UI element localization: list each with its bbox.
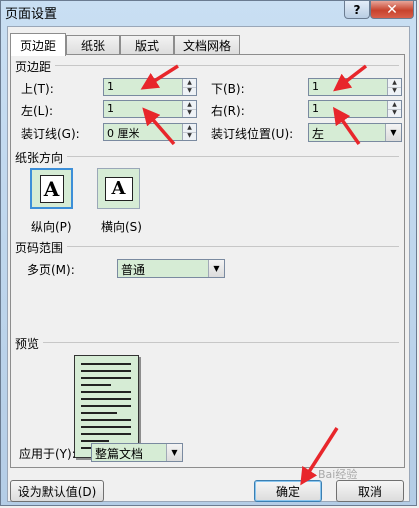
right-margin-value: 1 [312, 102, 319, 115]
spin-down-icon[interactable]: ▼ [388, 109, 401, 117]
landscape-label[interactable]: 横向(S) [101, 218, 142, 235]
top-margin-spinner[interactable]: ▲ ▼ [182, 79, 196, 95]
gutter-spinner[interactable]: ▲ ▼ [182, 124, 196, 140]
landscape-page-icon: A [104, 176, 133, 201]
watermark: Bai经验 [318, 468, 358, 481]
multiple-pages-value: 普通 [121, 263, 146, 277]
tab-doc-grid[interactable]: 文档网格 [174, 35, 240, 55]
spin-down-icon[interactable]: ▼ [183, 87, 196, 95]
left-margin-value: 1 [107, 102, 114, 115]
spin-down-icon[interactable]: ▼ [388, 87, 401, 95]
set-default-label: 设为默认值(D) [17, 484, 97, 499]
bottom-margin-spinner[interactable]: ▲ ▼ [387, 79, 401, 95]
chevron-down-icon[interactable]: ▼ [208, 260, 224, 277]
gutter-position-label: 装订线位置(U): [211, 127, 294, 141]
cancel-label: 取消 [357, 484, 382, 499]
right-margin-input[interactable]: 1 ▲ ▼ [308, 100, 402, 118]
preview-group-title: 预览 [15, 335, 44, 352]
multiple-pages-select[interactable]: 普通 ▼ [117, 259, 225, 278]
apply-to-value: 整篇文档 [95, 447, 144, 461]
left-margin-spinner[interactable]: ▲ ▼ [182, 101, 196, 117]
top-margin-input[interactable]: 1 ▲ ▼ [103, 78, 197, 96]
bottom-margin-value: 1 [312, 80, 319, 93]
gutter-position-select[interactable]: 左 ▼ [308, 123, 402, 142]
close-icon: ✕ [386, 1, 398, 18]
left-margin-input[interactable]: 1 ▲ ▼ [103, 100, 197, 118]
set-default-button[interactable]: 设为默认值(D) [10, 480, 104, 502]
bottom-margin-label: 下(B): [211, 82, 245, 96]
portrait-page-icon: A [39, 174, 64, 203]
close-button[interactable]: ✕ [370, 1, 414, 19]
cancel-button[interactable]: 取消 [336, 480, 404, 502]
gutter-input[interactable]: 0 厘米 ▲ ▼ [103, 123, 197, 141]
ok-label: 确定 [275, 484, 300, 499]
top-margin-value: 1 [107, 80, 114, 93]
spin-down-icon[interactable]: ▼ [183, 132, 196, 140]
bottom-margin-input[interactable]: 1 ▲ ▼ [308, 78, 402, 96]
multiple-pages-label: 多页(M): [27, 263, 75, 277]
right-margin-label: 右(R): [211, 104, 245, 118]
tab-paper-label: 纸张 [80, 39, 105, 53]
left-margin-label: 左(L): [21, 104, 54, 118]
window-title: 页面设置 [5, 7, 58, 22]
gutter-position-value: 左 [312, 127, 325, 141]
tab-margins-label: 页边距 [19, 38, 56, 53]
title-bar[interactable]: 页面设置 ? ✕ [1, 1, 416, 25]
ok-button[interactable]: 确定 [254, 480, 322, 502]
gutter-value: 0 厘米 [107, 127, 140, 140]
tab-layout-label: 版式 [134, 39, 159, 53]
landscape-button[interactable]: A [97, 168, 140, 209]
portrait-label[interactable]: 纵向(P) [31, 218, 72, 235]
preview-divider [15, 342, 399, 343]
tab-margins[interactable]: 页边距 [10, 33, 66, 56]
chevron-down-icon[interactable]: ▼ [385, 124, 401, 141]
margins-divider [15, 65, 399, 66]
tab-layout[interactable]: 版式 [120, 35, 174, 55]
orientation-divider [15, 156, 399, 157]
chevron-down-icon[interactable]: ▼ [166, 444, 182, 461]
gutter-label: 装订线(G): [21, 127, 80, 141]
apply-to-label: 应用于(Y): [19, 447, 76, 461]
margins-panel: 页边距 上(T): 1 ▲ ▼ 下(B): 1 ▲ ▼ 左(L): 1 ▲ ▼ 右(R… [10, 54, 405, 468]
pages-group-title: 页码范围 [15, 239, 68, 256]
top-margin-label: 上(T): [21, 82, 54, 96]
margins-group-title: 页边距 [15, 58, 56, 75]
tab-doc-grid-label: 文档网格 [182, 39, 231, 53]
apply-to-select[interactable]: 整篇文档 ▼ [91, 443, 183, 462]
help-button[interactable]: ? [344, 1, 370, 19]
portrait-button[interactable]: A [30, 168, 73, 209]
pages-divider [15, 246, 399, 247]
page-setup-dialog: 页面设置 ? ✕ 页边距 纸张 版式 文档网格 页边距 上(T): 1 ▲ ▼ 下… [0, 0, 417, 506]
right-margin-spinner[interactable]: ▲ ▼ [387, 101, 401, 117]
orientation-group-title: 纸张方向 [15, 149, 68, 166]
dialog-client-area: 页边距 纸张 版式 文档网格 页边距 上(T): 1 ▲ ▼ 下(B): 1 ▲ ▼… [7, 26, 410, 502]
help-icon: ? [353, 2, 361, 17]
tab-paper[interactable]: 纸张 [66, 35, 120, 55]
spin-down-icon[interactable]: ▼ [183, 109, 196, 117]
